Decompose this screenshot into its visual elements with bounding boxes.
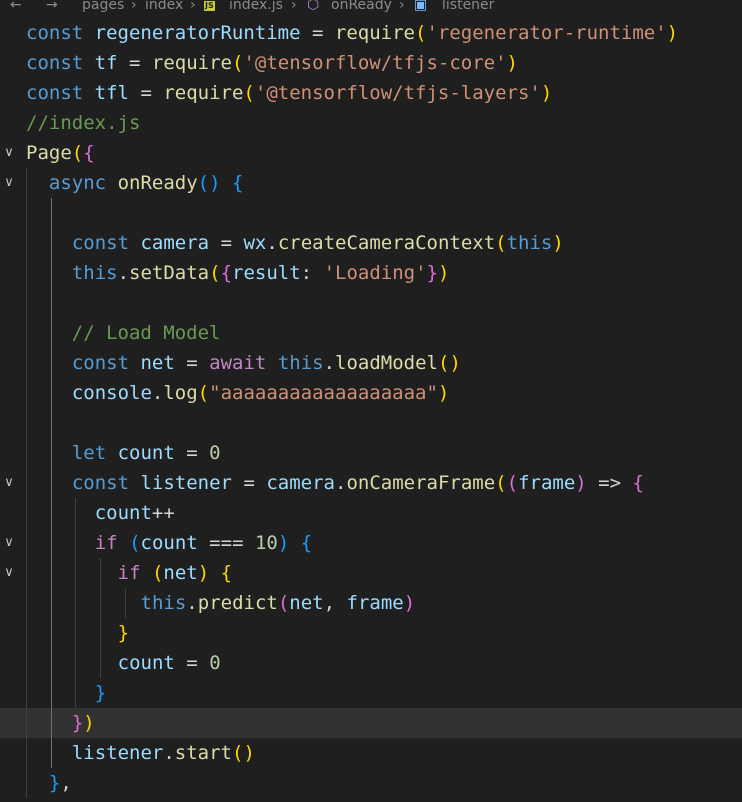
code-text: const regeneratorRuntime = require('rege… (26, 22, 679, 44)
code-line[interactable]: ∨ Page({ (0, 138, 742, 168)
fold-chevron-down-icon[interactable]: ∨ (2, 138, 16, 168)
code-text: const listener = camera.onCameraFrame((f… (71, 472, 644, 494)
code-line[interactable]: listener.start() (0, 738, 742, 768)
code-text: count = 0 (117, 652, 221, 674)
code-line[interactable]: const regeneratorRuntime = require('rege… (0, 18, 742, 48)
code-text: const tf = require('@tensorflow/tfjs-cor… (26, 52, 518, 74)
code-line[interactable]: ∨ if (net) { (0, 558, 742, 588)
code-line[interactable] (0, 408, 742, 438)
indent-guide (26, 168, 27, 798)
code-line[interactable]: // Load Model (0, 318, 742, 348)
code-text: listener.start() (71, 742, 255, 764)
code-line[interactable]: this.predict(net, frame) (0, 588, 742, 618)
code-text: this.predict(net, frame) (140, 592, 416, 614)
code-line[interactable]: count++ (0, 498, 742, 528)
code-line[interactable]: ∨ async onReady() { (0, 168, 742, 198)
code-text: if (net) { (117, 562, 233, 584)
code-text: console.log("aaaaaaaaaaaaaaaaaa") (71, 382, 450, 404)
code-text: } (117, 622, 130, 644)
fold-chevron-down-icon[interactable]: ∨ (2, 468, 16, 498)
indent-guide (50, 198, 52, 768)
code-text: async onReady() { (48, 172, 244, 194)
code-text: const tfl = require('@tensorflow/tfjs-la… (26, 82, 553, 104)
code-line[interactable]: ∨ const listener = camera.onCameraFrame(… (0, 468, 742, 498)
code-line-current[interactable]: }) (0, 708, 742, 738)
code-text: count++ (94, 502, 175, 524)
code-text: const camera = wx.createCameraContext(th… (71, 232, 564, 254)
code-line[interactable]: } (0, 618, 742, 648)
code-text: this.setData({result: 'Loading'}) (71, 262, 450, 284)
code-line[interactable]: } (0, 678, 742, 708)
code-line[interactable]: this.setData({result: 'Loading'}) (0, 258, 742, 288)
code-text: }) (71, 712, 95, 734)
code-line[interactable]: }, (0, 768, 742, 798)
code-line[interactable]: const net = await this.loadModel() (0, 348, 742, 378)
code-text: // Load Model (26, 322, 221, 344)
code-text: } (94, 682, 107, 704)
code-text: }, (48, 772, 72, 794)
fold-chevron-down-icon[interactable]: ∨ (2, 558, 16, 588)
code-text: if (count === 10) { (94, 532, 313, 554)
code-text: //index.js (26, 112, 141, 134)
fold-chevron-down-icon[interactable]: ∨ (2, 528, 16, 558)
code-line[interactable]: count = 0 (0, 648, 742, 678)
fold-chevron-down-icon[interactable]: ∨ (2, 168, 16, 198)
code-text: const net = await this.loadModel() (71, 352, 461, 374)
indent-guide (124, 588, 126, 618)
code-line[interactable]: //index.js (0, 108, 742, 138)
code-text: let count = 0 (71, 442, 221, 464)
code-line[interactable]: const tf = require('@tensorflow/tfjs-cor… (0, 48, 742, 78)
code-editor[interactable]: const regeneratorRuntime = require('rege… (0, 0, 742, 802)
code-line[interactable]: ∨ if (count === 10) { (0, 528, 742, 558)
indent-guide (100, 558, 102, 678)
code-line[interactable]: const camera = wx.createCameraContext(th… (0, 228, 742, 258)
code-line[interactable]: const tfl = require('@tensorflow/tfjs-la… (0, 78, 742, 108)
code-line[interactable]: console.log("aaaaaaaaaaaaaaaaaa") (0, 378, 742, 408)
code-line[interactable] (0, 288, 742, 318)
code-text: Page({ (26, 142, 95, 164)
code-line[interactable] (0, 198, 742, 228)
code-line[interactable]: let count = 0 (0, 438, 742, 468)
indent-guide (75, 498, 77, 708)
